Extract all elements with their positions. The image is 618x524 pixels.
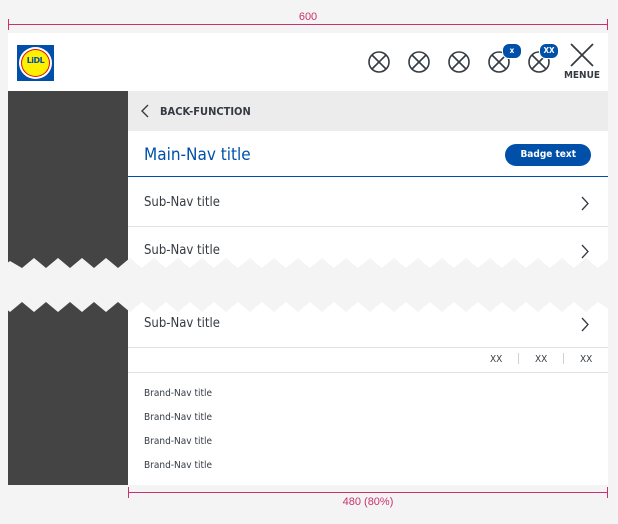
sub-nav-label: Sub-Nav title: [144, 243, 220, 258]
dimension-label: 600: [295, 11, 321, 23]
width-dimension-480: 480 (80%): [128, 485, 608, 508]
meta-link[interactable]: XX: [490, 354, 502, 365]
content-break: [0, 258, 618, 312]
lidl-logo[interactable]: LiDL: [17, 45, 54, 81]
count-badge: XX: [539, 43, 559, 59]
sub-nav-item[interactable]: Sub-Nav title: [128, 179, 608, 227]
placeholder-icon-4[interactable]: x: [487, 43, 522, 74]
back-button[interactable]: BACK-FUNCTION: [128, 91, 608, 131]
chevron-right-icon: [581, 317, 589, 332]
sub-nav-label: Sub-Nav title: [144, 316, 220, 331]
width-dimension-600: 600: [8, 11, 608, 31]
meta-link[interactable]: XX: [535, 354, 547, 365]
placeholder-icon-5[interactable]: XX: [527, 43, 559, 74]
main-nav-title: Main-Nav title: [144, 145, 251, 165]
placeholder-icon-1[interactable]: [367, 50, 391, 74]
count-badge: x: [502, 43, 522, 59]
badge-button[interactable]: Badge text: [505, 144, 591, 166]
main-nav-header: Main-Nav title Badge text: [128, 131, 608, 177]
brand-nav-item[interactable]: Brand-Nav title: [144, 436, 212, 447]
meta-links-row: XX XX XX: [128, 348, 608, 373]
back-label: BACK-FUNCTION: [160, 105, 251, 118]
sub-nav-label: Sub-Nav title: [144, 195, 220, 210]
chevron-left-icon: [141, 104, 149, 118]
close-icon: [570, 43, 594, 67]
menu-close-button[interactable]: MENUE: [562, 42, 602, 86]
dimension-label: 480 (80%): [339, 496, 397, 508]
menu-label: MENUE: [563, 70, 601, 81]
chevron-right-icon: [581, 196, 589, 211]
meta-link[interactable]: XX: [580, 354, 592, 365]
divider: [563, 353, 564, 364]
header-bar: LiDL x XX MENUE: [8, 33, 608, 91]
placeholder-icon-2[interactable]: [407, 50, 431, 74]
logo-text: LiDL: [26, 56, 45, 65]
brand-nav-item[interactable]: Brand-Nav title: [144, 460, 212, 471]
brand-nav-item[interactable]: Brand-Nav title: [144, 412, 212, 423]
brand-nav-item[interactable]: Brand-Nav title: [144, 388, 212, 399]
placeholder-icon-3[interactable]: [447, 50, 471, 74]
chevron-right-icon: [581, 244, 589, 259]
divider: [518, 353, 519, 364]
